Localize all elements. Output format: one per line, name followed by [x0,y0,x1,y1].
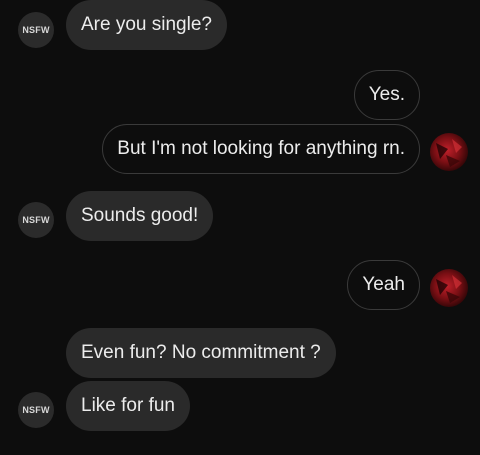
message-text: Sounds good! [81,205,199,226]
message-text: Are you single? [81,14,212,35]
user-avatar[interactable] [430,133,468,171]
user-avatar-image [430,133,468,171]
contact-avatar-label: NSFW [22,25,50,35]
message-text: Yeah [362,274,405,295]
message-text: But I'm not looking for anything rn. [117,138,405,159]
incoming-message-bubble[interactable]: Are you single? [66,0,227,50]
message-text: Yes. [368,84,405,105]
incoming-message-bubble[interactable]: Even fun? No commitment ? [66,328,336,378]
contact-avatar-label: NSFW [22,215,50,225]
message-text: Even fun? No commitment ? [81,342,321,363]
incoming-message-bubble[interactable]: Sounds good! [66,191,214,241]
contact-avatar[interactable]: NSFW [18,12,54,48]
outgoing-message-bubble[interactable]: Yeah [347,260,420,310]
contact-avatar-label: NSFW [22,405,50,415]
outgoing-message-bubble[interactable]: But I'm not looking for anything rn. [102,124,420,174]
contact-avatar[interactable]: NSFW [18,392,54,428]
outgoing-message-bubble[interactable]: Yes. [353,70,420,120]
user-avatar[interactable] [430,269,468,307]
incoming-message-bubble[interactable]: Like for fun [66,381,190,431]
message-text: Like for fun [81,395,175,416]
user-avatar-image [430,269,468,307]
contact-avatar[interactable]: NSFW [18,202,54,238]
